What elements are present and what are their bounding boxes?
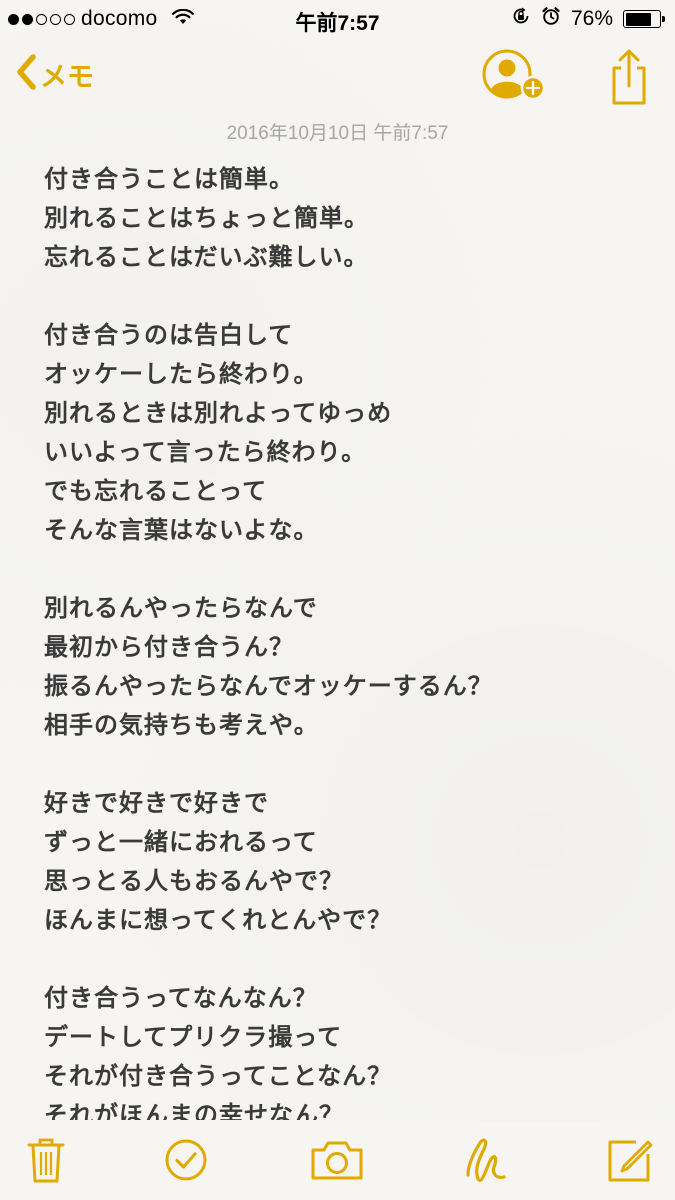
note-line: それがほんまの幸せなん？ [44,1101,344,1120]
note-blank-line [44,550,644,589]
note-line: そんな言葉はないよな。 [44,516,319,544]
note-line: ほんまに想ってくれとんやで？ [44,906,393,934]
note-line: 別れることはちょっと簡単。 [44,204,369,232]
add-person-icon [482,49,546,101]
note-line: 好きで好きで好きで [44,789,269,817]
note-line: 振るんやったらなんでオッケーするん？ [44,672,493,700]
chevron-left-icon [14,52,38,96]
sketch-icon [466,1138,506,1182]
note-line: 最初から付き合うん？ [44,633,294,661]
compose-button[interactable] [602,1134,658,1186]
checklist-icon [165,1139,207,1181]
note-line: 別れるんやったらなんで [44,594,318,622]
bottom-toolbar [0,1122,675,1200]
trash-icon [27,1138,65,1183]
battery-icon [623,10,665,28]
add-people-button[interactable] [481,46,551,106]
compose-icon [608,1140,653,1182]
status-bar: docomo 午前7:57 76% [0,0,675,38]
note-blank-line [44,277,644,316]
battery-level-fill [625,12,651,26]
rotation-lock-icon [511,6,531,32]
note-line: オッケーしたら終わり。 [44,360,319,388]
note-line: いいよって言ったら終わり。 [44,438,367,466]
back-button[interactable]: メモ [14,52,94,96]
share-button[interactable] [606,46,652,106]
note-line: 付き合うのは告白して [44,321,294,349]
share-icon [612,49,646,105]
camera-button[interactable] [307,1134,367,1186]
navigation-bar: メモ [0,38,675,114]
note-line: 別れるときは別れよってゆっめ [44,399,393,427]
status-right: 76% [511,6,665,32]
note-line: でも忘れることって [44,477,268,505]
camera-icon [311,1141,363,1180]
note-blank-line [44,745,644,784]
note-line: 付き合うことは簡単。 [44,165,294,193]
note-blank-line [44,940,644,979]
delete-button[interactable] [18,1134,74,1186]
note-line: 思っとる人もおるんやで？ [44,867,344,895]
battery-percent: 76% [570,7,613,30]
note-text-area[interactable]: 付き合うことは簡単。別れることはちょっと簡単。 忘れることはだいぶ難しい。 付き合う… [44,160,644,1120]
alarm-icon [541,6,561,32]
note-timestamp: 2016年10月10日 午前7:57 [226,123,449,144]
note-line: デートしてプリクラ撮って [44,1023,343,1051]
note-line: それが付き合うってことなん？ [44,1062,393,1090]
note-line: 相手の気持ちも考えや。 [44,711,319,739]
checklist-button[interactable] [158,1134,214,1186]
note-line: 付き合うってなんなん？ [44,984,318,1012]
note-line: ずっと一緒におれるって [44,828,318,856]
back-label: メモ [40,61,94,93]
sketch-button[interactable] [458,1134,514,1186]
note-line: 忘れることはだいぶ難しい。 [44,243,369,271]
